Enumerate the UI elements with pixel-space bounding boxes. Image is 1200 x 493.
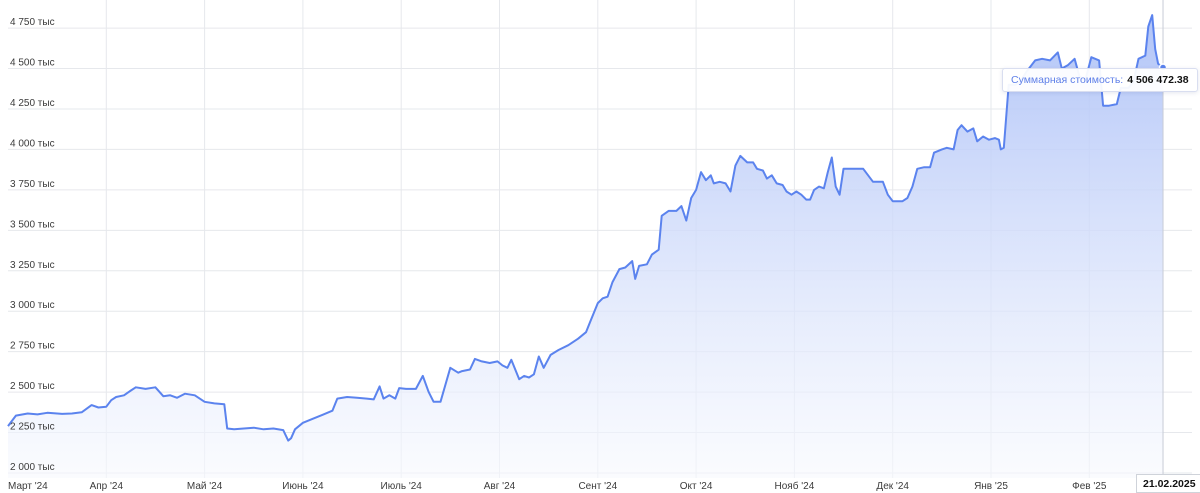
y-tick-label: 2 500 тыс [10, 381, 55, 392]
y-tick-label: 4 000 тыс [10, 138, 55, 149]
x-tick-label: Фев '25 [1072, 481, 1107, 492]
y-axis-ticks: 2 000 тыс 2 250 тыс 2 500 тыс 2 750 тыс 3 00… [10, 17, 55, 473]
y-tick-label: 3 500 тыс [10, 219, 55, 230]
series-area [8, 15, 1163, 478]
hover-date-badge: 21.02.2025 [1136, 474, 1200, 493]
y-tick-label: 4 750 тыс [10, 17, 55, 28]
y-tick-label: 3 000 тыс [10, 300, 55, 311]
value-tooltip: Суммарная стоимость: 4 506 472.38 [1002, 68, 1198, 92]
y-tick-label: 3 750 тыс [10, 179, 55, 190]
x-tick-label: Авг '24 [484, 481, 516, 492]
x-tick-label: Сент '24 [578, 481, 617, 492]
x-tick-label: Март '24 [8, 481, 48, 492]
x-tick-label: Дек '24 [876, 481, 909, 492]
tooltip-value: 4 506 472.38 [1127, 74, 1189, 86]
x-tick-label: Окт '24 [680, 481, 713, 492]
area-layer [8, 15, 1163, 478]
portfolio-value-chart[interactable]: 2 000 тыс 2 250 тыс 2 500 тыс 2 750 тыс 3 00… [0, 0, 1200, 493]
y-tick-label: 2 250 тыс [10, 422, 55, 433]
x-tick-label: Нояб '24 [775, 480, 815, 492]
x-tick-label: Июль '24 [381, 481, 423, 492]
y-tick-label: 2 000 тыс [10, 462, 55, 473]
y-tick-label: 4 250 тыс [10, 98, 55, 109]
x-tick-label: Июнь '24 [282, 481, 324, 492]
x-tick-label: Апр '24 [90, 481, 124, 492]
tooltip-label: Суммарная стоимость: [1011, 74, 1124, 86]
y-tick-label: 2 750 тыс [10, 341, 55, 352]
y-tick-label: 4 500 тыс [10, 58, 55, 69]
x-tick-label: Янв '25 [974, 481, 1008, 492]
y-tick-label: 3 250 тыс [10, 260, 55, 271]
x-axis-ticks: Март '24 Апр '24 Май '24 Июнь '24 Июль '24 Ав… [8, 480, 1107, 492]
x-tick-label: Май '24 [187, 481, 223, 492]
